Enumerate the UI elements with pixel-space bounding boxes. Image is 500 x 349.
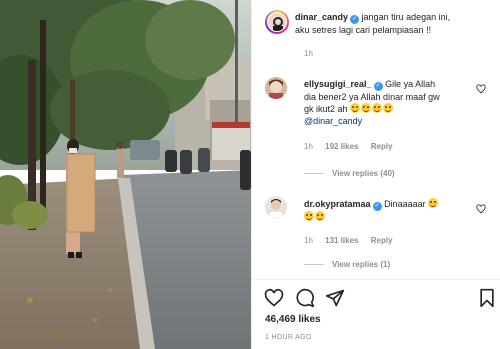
post-actions-bar bbox=[252, 280, 500, 316]
laughing-emoji-icon bbox=[361, 103, 372, 113]
comment-age: 1h bbox=[304, 142, 313, 151]
laughing-emoji-icon bbox=[315, 211, 325, 221]
post-caption: dinar_candy ✓ jangan tiru adegan ini, aku… bbox=[295, 11, 490, 36]
laughing-emoji-icon bbox=[372, 103, 383, 113]
paper-plane-icon[interactable] bbox=[325, 288, 345, 308]
comment-2: dr.okypratamaa ✓ Dinaaaaar bbox=[304, 198, 484, 223]
verified-badge-icon: ✓ bbox=[350, 15, 360, 24]
comment-1-meta: 1h 192 likes Reply bbox=[304, 142, 393, 151]
commenter-avatar[interactable] bbox=[265, 77, 287, 99]
verified-badge-icon: ✓ bbox=[372, 202, 382, 211]
comment-text-line-1: Dinaaaaar bbox=[384, 199, 426, 209]
heart-icon[interactable] bbox=[264, 288, 284, 308]
comment-author[interactable]: ellysugigi_real_ bbox=[304, 79, 372, 89]
view-replies-label: View replies (1) bbox=[332, 260, 391, 269]
verified-badge-icon: ✓ bbox=[373, 82, 383, 91]
comment-likes[interactable]: 192 likes bbox=[325, 142, 358, 151]
comment-author[interactable]: dr.okypratamaa bbox=[304, 199, 371, 209]
post-age: 1h bbox=[304, 49, 313, 58]
comment-text-line-1: Gile ya Allah bbox=[385, 79, 436, 89]
commenter-avatar[interactable] bbox=[265, 196, 287, 218]
comment-text-line-2: dia bener2 ya Allah dinar maaf gw bbox=[304, 92, 440, 102]
comment-text-line-3: gk ikut2 ah bbox=[304, 104, 348, 114]
view-replies-button[interactable]: View replies (40) bbox=[304, 169, 395, 178]
street-scene-image bbox=[0, 0, 251, 349]
comment-age: 1h bbox=[304, 236, 313, 245]
author-avatar bbox=[267, 12, 287, 32]
comment-icon[interactable] bbox=[295, 288, 315, 308]
author-avatar-ring[interactable] bbox=[265, 10, 289, 34]
post-photo[interactable] bbox=[0, 0, 251, 349]
reply-button[interactable]: Reply bbox=[371, 142, 393, 151]
caption-line-1: jangan tiru adegan ini, bbox=[361, 12, 451, 22]
post-likes-count[interactable]: 46,469 likes bbox=[265, 314, 321, 325]
view-replies-button[interactable]: View replies (1) bbox=[304, 260, 390, 269]
comment-like-heart-icon[interactable] bbox=[476, 204, 486, 214]
comment-mention[interactable]: @dinar_candy bbox=[304, 116, 362, 126]
view-replies-label: View replies (40) bbox=[332, 169, 395, 178]
laughing-emoji-icon bbox=[428, 198, 439, 208]
post-details-panel: dinar_candy ✓ jangan tiru adegan ini, aku… bbox=[251, 0, 500, 349]
comment-likes[interactable]: 131 likes bbox=[325, 236, 358, 245]
laughing-emoji-icon bbox=[304, 211, 314, 221]
comment-like-heart-icon[interactable] bbox=[476, 84, 486, 94]
replies-divider bbox=[304, 173, 324, 174]
comment-1: ellysugigi_real_ ✓ Gile ya Allah dia bene… bbox=[304, 78, 484, 127]
comment-2-meta: 1h 131 likes Reply bbox=[304, 236, 393, 245]
laughing-emoji-icon bbox=[350, 103, 361, 113]
bookmark-icon[interactable] bbox=[477, 288, 497, 308]
post-timestamp: 1 HOUR AGO bbox=[265, 334, 312, 341]
reply-button[interactable]: Reply bbox=[371, 236, 393, 245]
laughing-emoji-icon bbox=[383, 103, 394, 113]
caption-line-2: aku setres lagi cari pelampiasan !! bbox=[295, 25, 432, 35]
post-author[interactable]: dinar_candy bbox=[295, 12, 348, 22]
instagram-post: dinar_candy ✓ jangan tiru adegan ini, aku… bbox=[0, 0, 500, 349]
replies-divider bbox=[304, 264, 324, 265]
